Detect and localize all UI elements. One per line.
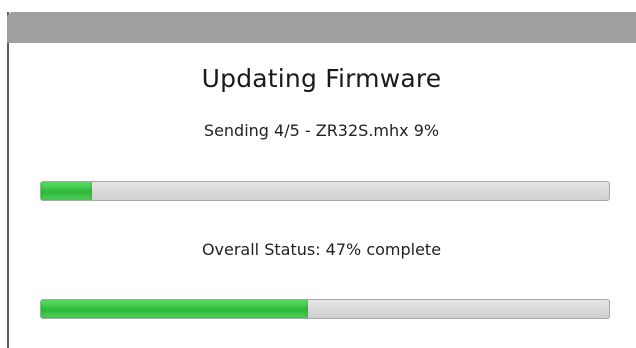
firmware-update-window [7,12,636,348]
window-left-border [7,12,9,348]
dialog-title: Updating Firmware [201,64,442,93]
file-progress-bar [40,181,610,201]
file-status-text: Sending 4/5 - ZR32S.mhx 9% [203,121,440,140]
window-titlebar[interactable] [7,12,636,43]
overall-progress-bar [40,299,610,319]
overall-status-text: Overall Status: 47% complete [201,240,442,259]
overall-progress-fill [41,300,308,318]
file-progress-fill [41,182,93,200]
